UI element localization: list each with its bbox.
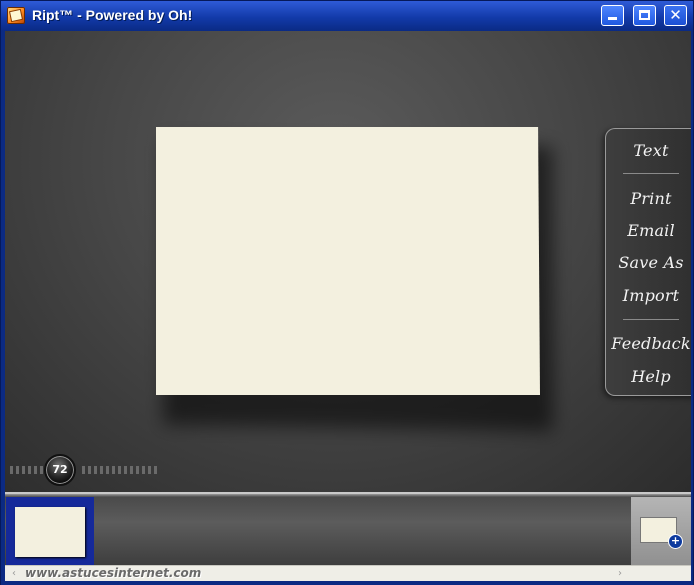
menu-item-import[interactable]: Import <box>606 286 691 305</box>
zoom-tick <box>10 466 13 474</box>
page-thumbnail[interactable] <box>15 507 85 557</box>
page-filmstrip: + <box>5 492 691 567</box>
scroll-right-icon[interactable]: › <box>613 567 627 580</box>
zoom-tick <box>130 466 133 474</box>
horizontal-scrollbar[interactable]: ‹ www.astucesinternet.com › <box>5 565 691 581</box>
menu-divider <box>623 319 679 320</box>
close-icon: ✕ <box>669 6 682 24</box>
window-title: Ript™ - Powered by Oh! <box>32 7 193 23</box>
zoom-tick <box>82 466 85 474</box>
selected-page-thumbnail[interactable] <box>6 497 94 565</box>
scroll-left-icon[interactable]: ‹ <box>7 567 21 580</box>
side-menu: Text Print Email Save As Import Feedback… <box>605 128 691 396</box>
zoom-tick <box>118 466 121 474</box>
zoom-tick <box>112 466 115 474</box>
zoom-tick <box>22 466 25 474</box>
app-icon[interactable] <box>7 7 25 24</box>
zoom-tick <box>136 466 139 474</box>
editing-stage: Text Print Email Save As Import Feedback… <box>5 31 691 492</box>
zoom-tick <box>94 466 97 474</box>
plus-icon: + <box>668 534 683 549</box>
menu-item-feedback[interactable]: Feedback <box>606 334 691 353</box>
maximize-icon <box>639 10 650 20</box>
minimize-icon <box>608 17 617 20</box>
zoom-tick <box>88 466 91 474</box>
add-page-button[interactable]: + <box>631 497 691 567</box>
zoom-tick <box>142 466 145 474</box>
zoom-tick <box>106 466 109 474</box>
zoom-tick <box>28 466 31 474</box>
zoom-tick <box>40 466 43 474</box>
zoom-tick <box>148 466 151 474</box>
zoom-tick <box>16 466 19 474</box>
zoom-tick <box>100 466 103 474</box>
zoom-tick <box>154 466 157 474</box>
note-canvas[interactable] <box>156 127 540 395</box>
menu-item-email[interactable]: Email <box>606 221 691 240</box>
zoom-slider-knob[interactable]: 72 <box>44 454 76 486</box>
zoom-value: 72 <box>52 463 68 476</box>
zoom-tick <box>124 466 127 474</box>
window-border <box>1 581 693 585</box>
title-bar[interactable]: Ript™ - Powered by Oh! ✕ <box>1 1 693 31</box>
zoom-tick <box>34 466 37 474</box>
menu-item-save-as[interactable]: Save As <box>606 253 691 272</box>
watermark: www.astucesinternet.com <box>25 566 202 580</box>
close-button[interactable]: ✕ <box>664 5 687 26</box>
menu-item-help[interactable]: Help <box>606 367 691 386</box>
minimize-button[interactable] <box>601 5 624 26</box>
menu-item-text[interactable]: Text <box>606 141 691 160</box>
menu-divider <box>623 173 679 174</box>
maximize-button[interactable] <box>633 5 656 26</box>
menu-item-print[interactable]: Print <box>606 189 691 208</box>
app-window: Ript™ - Powered by Oh! ✕ Text Print Emai… <box>0 0 694 585</box>
